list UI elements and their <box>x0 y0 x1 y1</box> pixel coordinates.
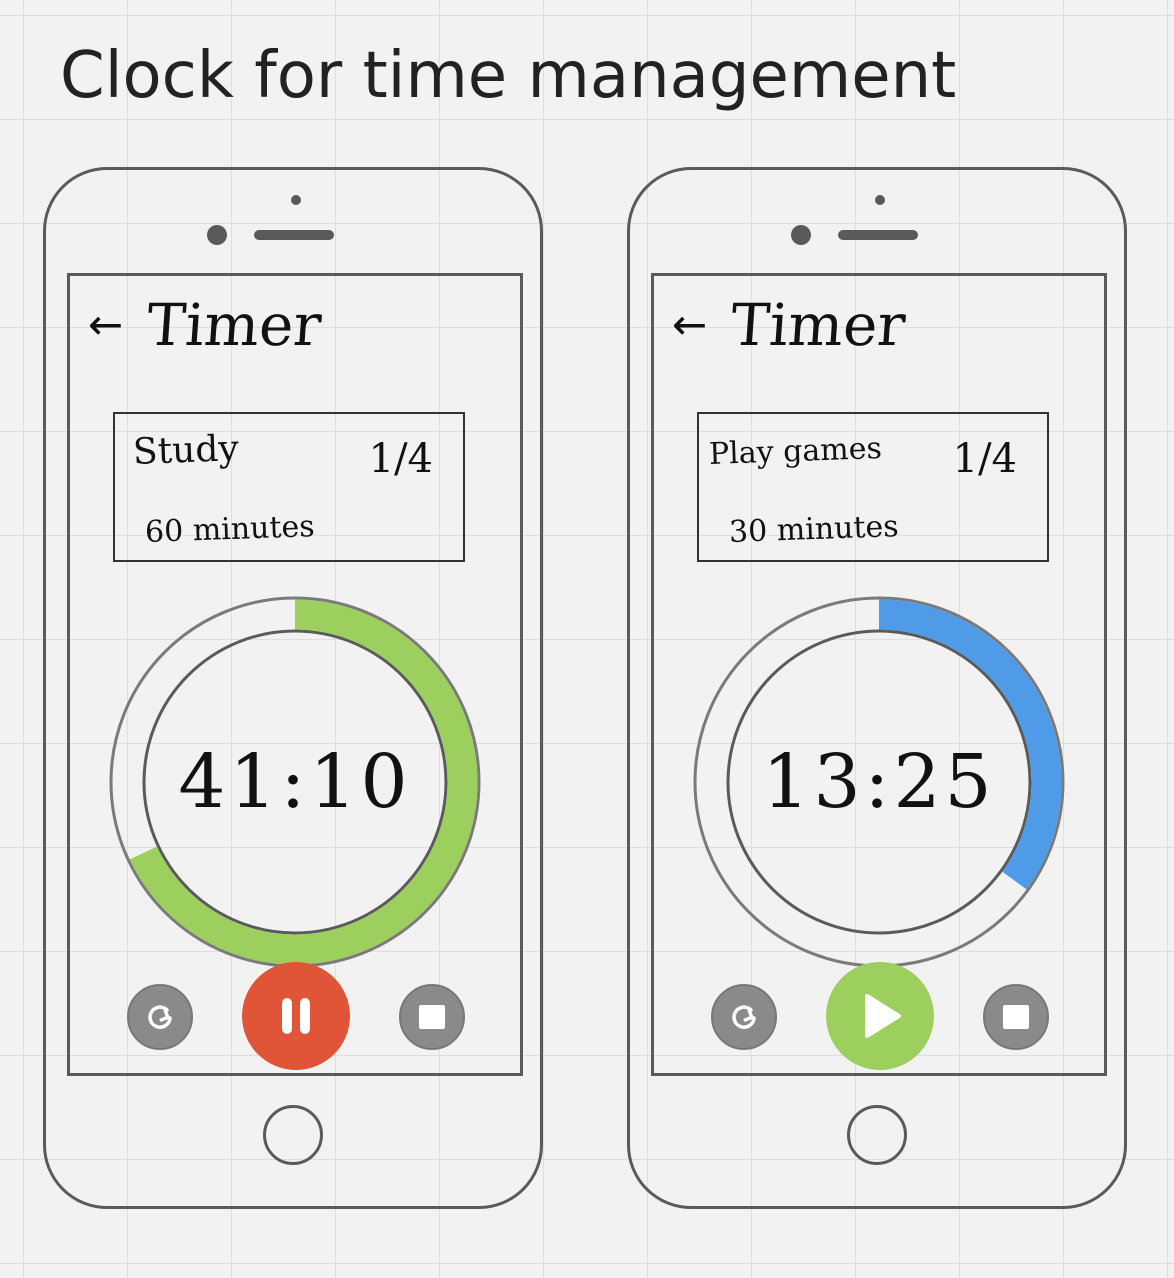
play-button[interactable] <box>826 962 934 1070</box>
play-icon <box>865 994 901 1038</box>
countdown-ring: 41:10 <box>107 594 483 970</box>
task-card[interactable]: Study 1/4 60 minutes <box>113 412 465 562</box>
screen-title: Timer <box>728 291 908 359</box>
task-duration: 30 minutes <box>728 509 900 550</box>
phone-mockup-study: ← Timer Study 1/4 60 minutes 41:10 <box>43 167 543 1209</box>
task-card[interactable]: Play games 1/4 30 minutes <box>697 412 1049 562</box>
task-session-count: 1/4 <box>952 436 1017 482</box>
task-name: Play games <box>708 430 883 473</box>
home-button[interactable] <box>847 1105 907 1165</box>
home-button[interactable] <box>263 1105 323 1165</box>
front-sensor <box>791 225 811 245</box>
task-session-count: 1/4 <box>368 436 433 482</box>
timer-header: ← Timer <box>88 290 324 360</box>
speaker-grille <box>254 230 334 240</box>
speaker-grille <box>838 230 918 240</box>
camera-dot <box>291 195 301 205</box>
front-sensor <box>207 225 227 245</box>
timer-screen: ← Timer Study 1/4 60 minutes 41:10 <box>67 273 523 1076</box>
restart-icon <box>732 1005 756 1029</box>
restart-button[interactable] <box>711 984 777 1050</box>
timer-header: ← Timer <box>672 290 908 360</box>
phone-mockup-play-games: ← Timer Play games 1/4 30 minutes 13:25 <box>627 167 1127 1209</box>
page-title: Clock for time management <box>60 39 957 113</box>
restart-icon <box>148 1005 172 1029</box>
time-remaining: 41:10 <box>178 739 412 825</box>
pause-icon <box>282 998 310 1034</box>
restart-button[interactable] <box>127 984 193 1050</box>
stop-button[interactable] <box>983 984 1049 1050</box>
timer-controls <box>654 962 1104 1072</box>
countdown-ring: 13:25 <box>691 594 1067 970</box>
pause-button[interactable] <box>242 962 350 1070</box>
stop-icon <box>419 1005 445 1029</box>
task-name: Study <box>132 428 240 473</box>
stop-icon <box>1003 1005 1029 1029</box>
screen-title: Timer <box>144 291 324 359</box>
back-arrow-icon[interactable]: ← <box>672 304 707 346</box>
timer-controls <box>70 962 520 1072</box>
camera-dot <box>875 195 885 205</box>
stop-button[interactable] <box>399 984 465 1050</box>
timer-screen: ← Timer Play games 1/4 30 minutes 13:25 <box>651 273 1107 1076</box>
task-duration: 60 minutes <box>144 509 316 550</box>
back-arrow-icon[interactable]: ← <box>88 304 123 346</box>
time-remaining: 13:25 <box>762 739 996 825</box>
